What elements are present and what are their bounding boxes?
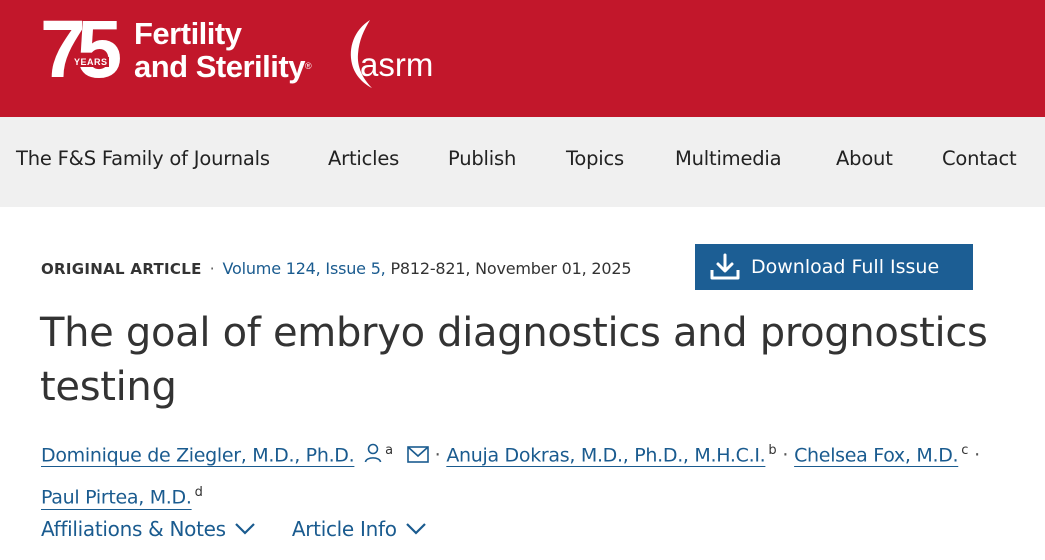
author-link-fox[interactable]: Chelsea Fox, M.D.	[794, 444, 958, 466]
download-full-issue-button[interactable]: Download Full Issue	[695, 244, 973, 290]
author-link-pirtea[interactable]: Paul Pirtea, M.D.	[41, 487, 192, 509]
main-navigation: The F&S Family of Journals Articles Publ…	[0, 117, 1045, 207]
meta-separator: ·	[209, 259, 215, 278]
journal-name-line2: and Sterility	[134, 49, 305, 84]
nav-item-topics[interactable]: Topics	[566, 147, 624, 170]
asrm-text: asrm	[360, 46, 434, 83]
journal-logo[interactable]: Fertility and Sterility®	[134, 16, 312, 84]
affiliations-notes-label: Affiliations & Notes	[41, 517, 226, 541]
article-type: ORIGINAL ARTICLE	[41, 260, 202, 278]
author-affiliation-sup: b	[768, 443, 777, 458]
author-separator: ·	[974, 444, 980, 467]
asrm-logo[interactable]: asrm	[348, 18, 448, 90]
nav-item-articles[interactable]: Articles	[328, 147, 399, 170]
person-icon	[364, 444, 382, 463]
journal-name-line1: Fertility	[134, 16, 242, 51]
chevron-down-icon	[235, 523, 255, 535]
anniversary-logo[interactable]: 75 YEARS	[40, 8, 122, 92]
pages-date: P812-821, November 01, 2025	[385, 259, 632, 278]
anniversary-number: 75	[40, 4, 122, 95]
download-button-label: Download Full Issue	[751, 256, 940, 278]
trademark-symbol: ®	[304, 61, 312, 71]
download-icon	[710, 253, 740, 280]
author-separator: ·	[434, 444, 441, 467]
email-icon[interactable]	[406, 446, 429, 464]
article-title: The goal of embryo diagnostics and progn…	[40, 310, 988, 410]
chevron-down-icon	[405, 523, 426, 535]
nav-item-about[interactable]: About	[836, 147, 893, 170]
volume-issue-link[interactable]: Volume 124, Issue 5,	[223, 259, 386, 278]
author-link-de-ziegler[interactable]: Dominique de Ziegler, M.D., Ph.D.	[41, 444, 355, 466]
author-separator: ·	[782, 444, 789, 467]
nav-item-multimedia[interactable]: Multimedia	[675, 147, 782, 170]
article-info-label: Article Info	[291, 517, 397, 541]
article-info-toggle[interactable]: Article Info	[292, 517, 427, 541]
nav-item-publish[interactable]: Publish	[448, 147, 516, 170]
article-meta: ORIGINAL ARTICLE · Volume 124, Issue 5, P8…	[41, 259, 632, 278]
author-list: Dominique de Ziegler, M.D., Ph.D. a · Anu…	[41, 432, 1045, 517]
article-section-toggles: Affiliations & Notes Article Info	[41, 517, 457, 541]
site-header: 75 YEARS Fertility and Sterility® asrm	[0, 0, 1045, 117]
author-affiliation-sup: a	[385, 443, 393, 458]
anniversary-years: YEARS	[73, 57, 109, 67]
nav-item-journals-family[interactable]: The F&S Family of Journals	[16, 147, 270, 170]
author-affiliation-sup: d	[194, 485, 203, 501]
nav-item-contact[interactable]: Contact	[942, 147, 1017, 170]
author-affiliation-sup: c	[961, 443, 969, 458]
author-link-dokras[interactable]: Anuja Dokras, M.D., Ph.D., M.H.C.I.	[446, 444, 765, 466]
affiliations-notes-toggle[interactable]: Affiliations & Notes	[41, 517, 256, 541]
